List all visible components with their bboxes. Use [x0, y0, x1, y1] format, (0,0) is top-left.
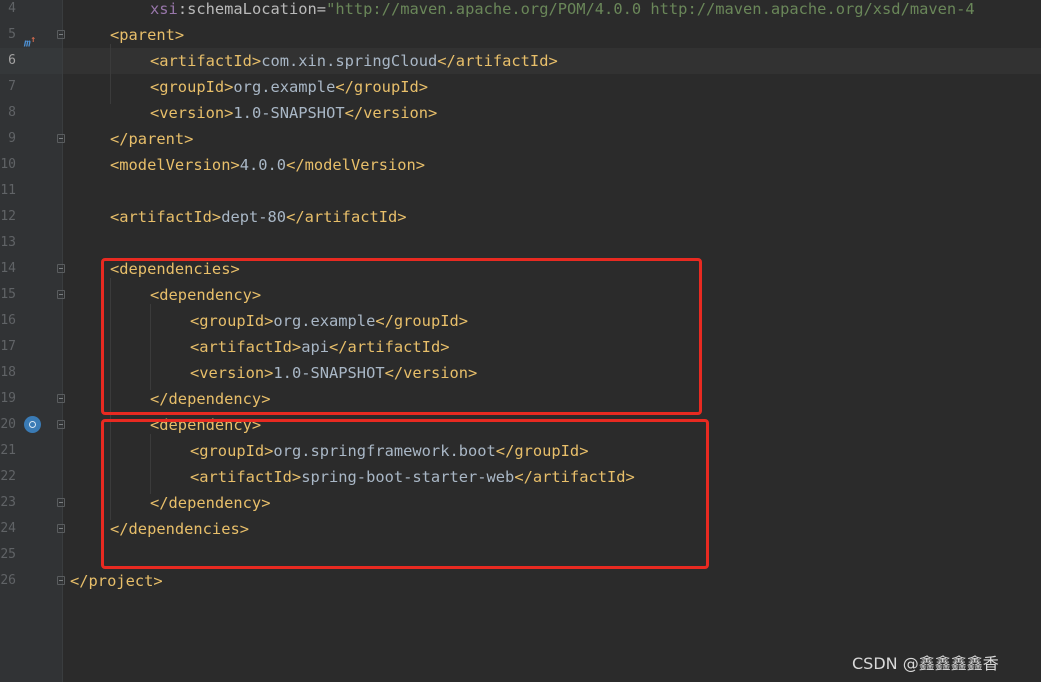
line-number: 7: [8, 79, 16, 94]
line-number: 8: [8, 105, 16, 120]
line-number: 24: [0, 521, 16, 536]
fold-toggle-icon[interactable]: [57, 394, 65, 403]
indent-guide: [110, 44, 111, 104]
code-text: <groupId>org.example</groupId>: [150, 78, 429, 96]
code-line[interactable]: 10 <modelVersion>4.0.0</modelVersion>: [0, 152, 1041, 178]
line-number: 26: [0, 573, 16, 588]
code-text: <artifactId>com.xin.springCloud</artifac…: [150, 52, 558, 70]
code-text: <modelVersion>4.0.0</modelVersion>: [110, 156, 426, 174]
line-number: 20: [0, 417, 16, 432]
code-line[interactable]: 8 <version>1.0-SNAPSHOT</version>: [0, 100, 1041, 126]
code-text: <artifactId>dept-80</artifactId>: [110, 208, 407, 226]
watermark: CSDN @鑫鑫鑫鑫香: [852, 654, 999, 673]
line-number: 5: [8, 27, 16, 42]
line-number: 18: [0, 365, 16, 380]
highlight-box-api-dependency: [101, 258, 702, 415]
line-number: 15: [0, 287, 16, 302]
highlight-box-web-dependency: [101, 419, 709, 569]
line-number: 13: [0, 235, 16, 250]
fold-toggle-icon[interactable]: [57, 576, 65, 585]
fold-toggle-icon[interactable]: [57, 30, 65, 39]
code-line[interactable]: 9 </parent>: [0, 126, 1041, 152]
line-number: 9: [8, 131, 16, 146]
line-number: 12: [0, 209, 16, 224]
line-number: 4: [8, 1, 16, 16]
code-line[interactable]: 6 <artifactId>com.xin.springCloud</artifa…: [0, 48, 1041, 74]
line-number: 22: [0, 469, 16, 484]
code-line[interactable]: 13: [0, 230, 1041, 256]
line-number: 6: [8, 53, 16, 68]
fold-toggle-icon[interactable]: [57, 290, 65, 299]
code-line[interactable]: 26 </project>: [0, 568, 1041, 594]
line-number: 11: [0, 183, 16, 198]
code-text: xsi:schemaLocation="http://maven.apache.…: [150, 0, 975, 18]
fold-toggle-icon[interactable]: [57, 498, 65, 507]
line-number: 23: [0, 495, 16, 510]
line-number: 21: [0, 443, 16, 458]
line-number: 10: [0, 157, 16, 172]
dependency-run-icon[interactable]: [24, 416, 41, 433]
code-line[interactable]: 4 xsi:schemaLocation="http://maven.apache…: [0, 0, 1041, 22]
fold-toggle-icon[interactable]: [57, 264, 65, 273]
line-number: 19: [0, 391, 16, 406]
line-number: 16: [0, 313, 16, 328]
code-line[interactable]: 12 <artifactId>dept-80</artifactId>: [0, 204, 1041, 230]
code-text: </project>: [70, 572, 163, 590]
code-text: </parent>: [110, 130, 194, 148]
code-editor[interactable]: 4 xsi:schemaLocation="http://maven.apache…: [0, 0, 1041, 682]
code-text: <parent>: [110, 26, 185, 44]
line-number: 17: [0, 339, 16, 354]
code-line[interactable]: 11: [0, 178, 1041, 204]
fold-toggle-icon[interactable]: [57, 524, 65, 533]
fold-toggle-icon[interactable]: [57, 420, 65, 429]
fold-toggle-icon[interactable]: [57, 134, 65, 143]
code-text: <version>1.0-SNAPSHOT</version>: [150, 104, 438, 122]
code-line[interactable]: 5 m↑ <parent>: [0, 22, 1041, 50]
code-line[interactable]: 7 <groupId>org.example</groupId>: [0, 74, 1041, 100]
line-number: 14: [0, 261, 16, 276]
line-number: 25: [0, 547, 16, 562]
